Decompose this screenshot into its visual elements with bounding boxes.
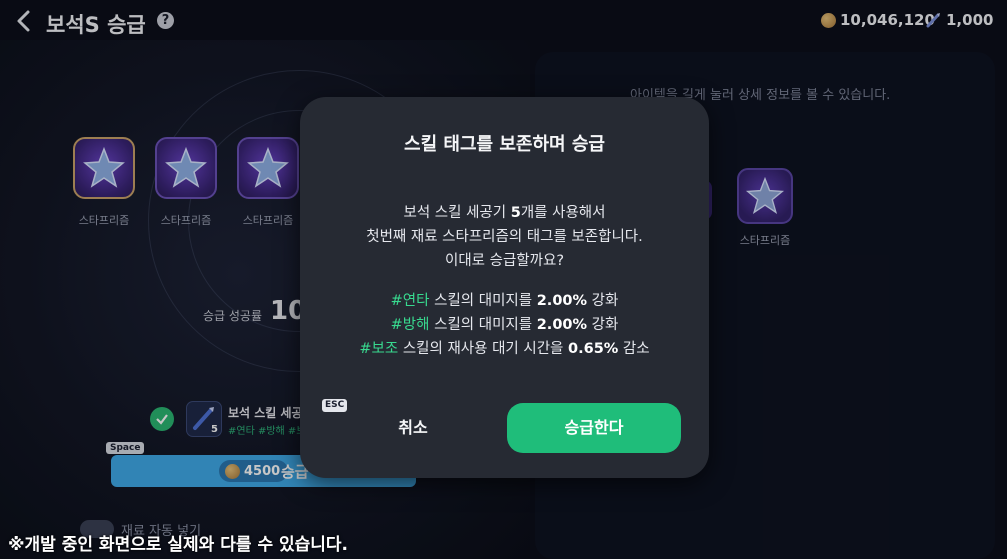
effect-line-3: #보조 스킬의 재사용 대기 시간을 0.65% 감소 (359, 341, 650, 357)
effect-line-2: #방해 스킬의 대미지를 2.00% 강화 (390, 317, 619, 333)
upgrade-confirm-dialog: 스킬 태그를 보존하며 승급 보석 스킬 세공기 5개를 사용해서 첫번째 재료… (300, 97, 709, 478)
cancel-button[interactable]: 취소 (333, 403, 493, 453)
tag-effects: #연타 스킬의 대미지를 2.00% 강화 #방해 스킬의 대미지를 2.00%… (300, 289, 709, 361)
dialog-line-3: 이대로 승급할까요? (444, 253, 565, 269)
dialog-message: 보석 스킬 세공기 5개를 사용해서 첫번째 재료 스타프리즘의 태그를 보존합… (300, 201, 709, 273)
development-notice: ※개발 중인 화면으로 실제와 다를 수 있습니다. (8, 535, 349, 555)
dialog-line-2: 첫번째 재료 스타프리즘의 태그를 보존합니다. (366, 229, 643, 245)
dialog-line-1: 보석 스킬 세공기 5개를 사용해서 (403, 205, 606, 221)
dialog-title: 스킬 태그를 보존하며 승급 (404, 134, 605, 155)
confirm-upgrade-button[interactable]: 승급한다 (507, 403, 681, 453)
effect-line-1: #연타 스킬의 대미지를 2.00% 강화 (390, 293, 619, 309)
